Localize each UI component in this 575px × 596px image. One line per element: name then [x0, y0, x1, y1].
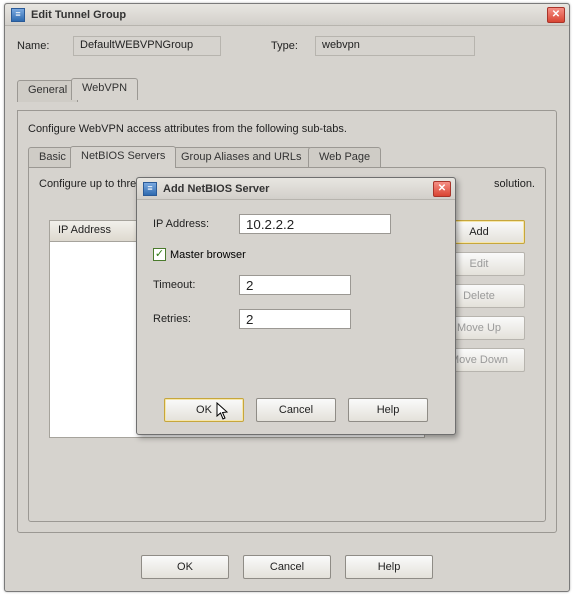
modal-help-button[interactable]: Help: [348, 398, 428, 422]
retries-input[interactable]: [239, 309, 351, 329]
modal-button-bar: OK Cancel Help: [137, 398, 455, 422]
ip-address-label: IP Address:: [153, 218, 239, 230]
outer-tabstrip: General WebVPN: [17, 78, 557, 100]
type-field: webvpn: [315, 36, 475, 56]
modal-app-icon: [143, 182, 157, 196]
webvpn-description: Configure WebVPN access attributes from …: [28, 123, 546, 135]
timeout-input[interactable]: [239, 275, 351, 295]
close-icon[interactable]: ✕: [547, 7, 565, 23]
add-netbios-server-dialog: Add NetBIOS Server ✕ IP Address: ✓ Maste…: [136, 177, 456, 435]
bottom-button-bar: OK Cancel Help: [5, 555, 569, 579]
help-button[interactable]: Help: [345, 555, 433, 579]
ok-button[interactable]: OK: [141, 555, 229, 579]
type-label: Type:: [271, 40, 315, 52]
modal-body: IP Address: ✓ Master browser Timeout: Re…: [137, 200, 455, 353]
modal-title: Add NetBIOS Server: [163, 183, 433, 195]
master-browser-checkbox[interactable]: ✓ Master browser: [153, 248, 439, 261]
retries-label: Retries:: [153, 313, 239, 325]
tab-general[interactable]: General: [17, 80, 78, 102]
subtab-netbios[interactable]: NetBIOS Servers: [70, 146, 176, 168]
cfg-text-left: Configure up to three: [39, 178, 142, 190]
modal-close-icon[interactable]: ✕: [433, 181, 451, 197]
modal-cancel-button[interactable]: Cancel: [256, 398, 336, 422]
master-browser-label: Master browser: [170, 249, 246, 261]
modal-titlebar: Add NetBIOS Server ✕: [137, 178, 455, 200]
name-type-row: Name: DefaultWEBVPNGroup Type: webvpn: [17, 36, 557, 56]
main-titlebar: Edit Tunnel Group ✕: [5, 4, 569, 26]
tab-webvpn[interactable]: WebVPN: [71, 78, 138, 100]
window-title: Edit Tunnel Group: [31, 9, 547, 21]
app-icon: [11, 8, 25, 22]
ip-address-input[interactable]: [239, 214, 391, 234]
sub-tabstrip: Basic NetBIOS Servers Group Aliases and …: [28, 147, 546, 169]
checkbox-icon: ✓: [153, 248, 166, 261]
name-label: Name:: [17, 40, 73, 52]
modal-ok-button[interactable]: OK: [164, 398, 244, 422]
cancel-button[interactable]: Cancel: [243, 555, 331, 579]
subtab-aliases[interactable]: Group Aliases and URLs: [170, 147, 312, 169]
cfg-text-right: solution.: [494, 178, 535, 190]
timeout-label: Timeout:: [153, 279, 239, 291]
subtab-webpage[interactable]: Web Page: [308, 147, 381, 169]
name-field: DefaultWEBVPNGroup: [73, 36, 221, 56]
